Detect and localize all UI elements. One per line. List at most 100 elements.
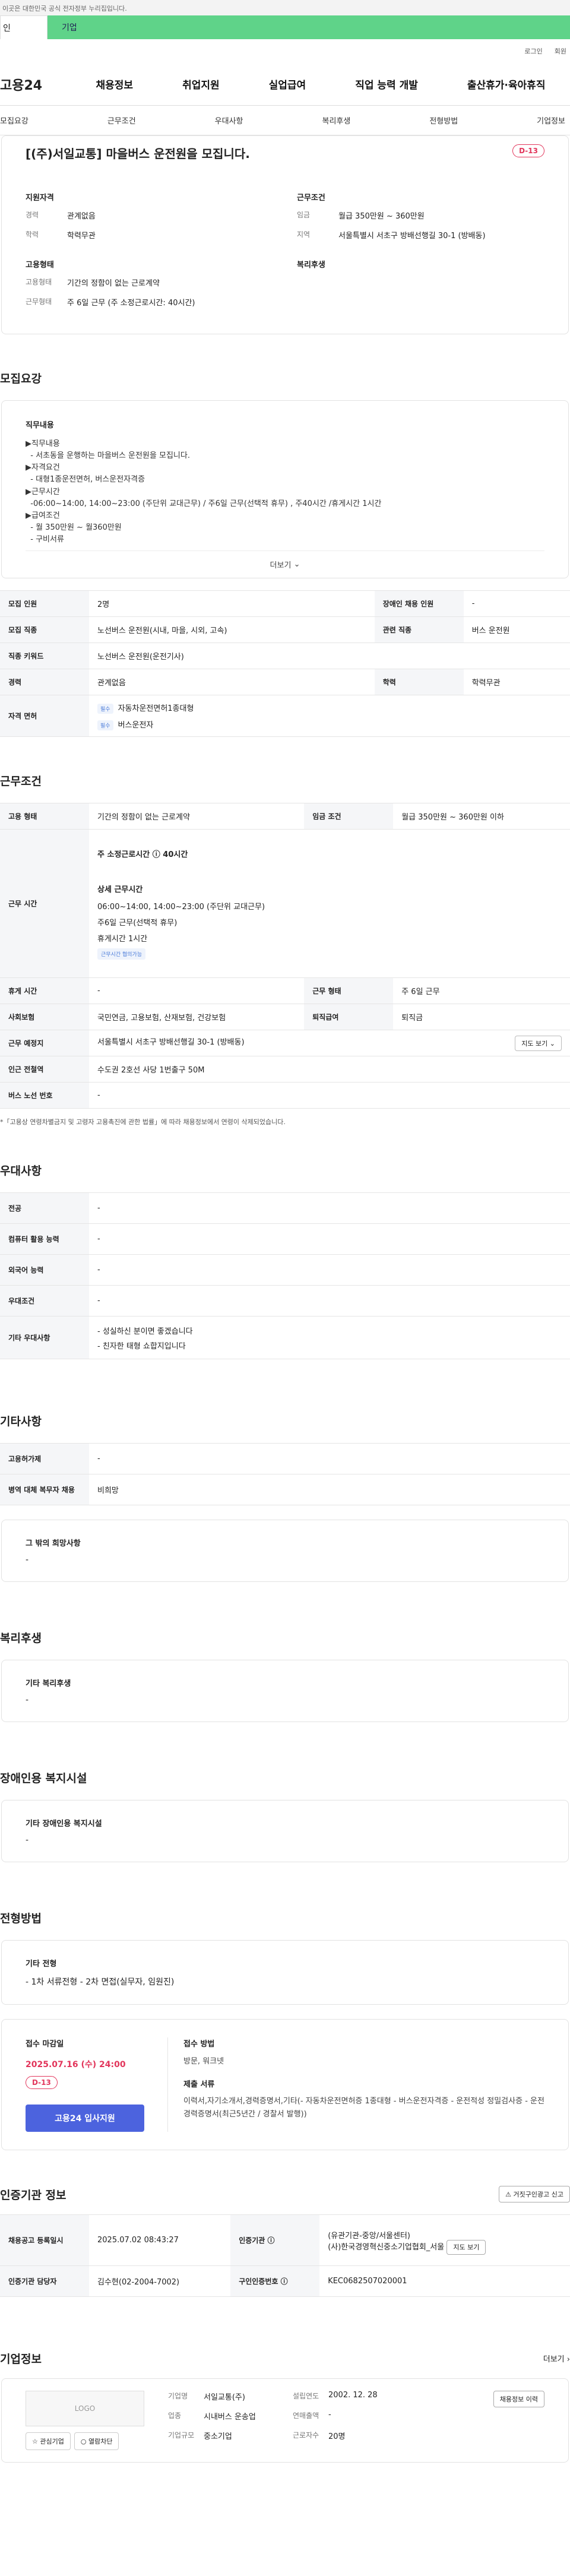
cell: 모집 인원 — [0, 590, 89, 618]
wage-row: 임금 월급 350만원 ~ 360만원 — [297, 210, 544, 221]
type-key: 고용형태 — [26, 278, 52, 286]
docs-title: 제출 서류 — [183, 2080, 215, 2090]
circle-icon: ○ — [80, 2438, 87, 2446]
company-more-link[interactable]: 더보기 › — [543, 2353, 570, 2364]
login-link[interactable]: 로그인 — [524, 46, 542, 56]
detail-line: 휴게시간 1시간 — [97, 934, 148, 944]
chevron-down-icon: ⌄ — [293, 560, 300, 569]
hope-card: 그 밖의 희망사항 - — [1, 1520, 569, 1583]
global-nav: 고용24 채용정보 취업지원 실업급여 직업 능력 개발 출산휴가·육아휴직 — [0, 63, 570, 106]
report-button[interactable]: ⚠ 거짓구인광고 신고 — [499, 2186, 570, 2203]
cell: 월급 350만원 ~ 360만원 이하 — [393, 803, 570, 830]
anchor-pref[interactable]: 우대사항 — [215, 115, 243, 126]
cell: 고용허가제 — [0, 1443, 89, 1475]
cell: 모집 직종 — [0, 616, 89, 644]
block-button[interactable]: ○ 열람차단 — [74, 2432, 119, 2451]
site-logo[interactable]: 고용24 — [0, 75, 71, 94]
cell: 휴게 시간 — [0, 977, 89, 1005]
etc-line: - 친자한 태형 쇼합지입니다 — [97, 1341, 186, 1351]
anchor-company[interactable]: 기업정보 — [537, 115, 565, 126]
map-button[interactable]: 지도 보기 ⌄ — [515, 1035, 562, 1051]
cell: 임금 조건 — [304, 803, 394, 830]
size-key: 기업규모 — [168, 2431, 195, 2440]
menu-unemployment-benefit[interactable]: 실업급여 — [269, 77, 306, 91]
career-key: 경력 — [26, 211, 39, 219]
license-item: 필수 버스운전자 — [97, 719, 562, 730]
age-note: *「고용상 연령차별금지 및 고령자 고용촉진에 관한 법률」에 따라 채용정보… — [0, 1118, 286, 1126]
disabled-value: - — [26, 1836, 29, 1846]
welfare-title: 기타 복리후생 — [26, 1679, 71, 1689]
cell: 버스 운전원 — [463, 616, 570, 644]
tab-business[interactable]: 기업 — [48, 15, 570, 39]
screening-section-title: 전형방법 — [0, 1912, 42, 1926]
found-key: 설립연도 — [293, 2392, 319, 2401]
duty-card: 직무내용 ▶직무내용 - 서초동을 운행하는 마을버스 운전원을 모집니다. ▶… — [1, 400, 569, 579]
jobs-history-button[interactable]: 채용정보 이력 — [493, 2391, 544, 2408]
summary-body: 지원자격 경력 관계없음 학력 학력무관 고용형태 고용형태 기간의 정함이 없는 근… — [2, 170, 568, 334]
map-button[interactable]: 지도 보기 — [446, 2239, 486, 2255]
cell: KEC0682507020001 — [319, 2265, 570, 2297]
signup-link[interactable]: 회원 — [555, 46, 566, 56]
license-name: 버스운전자 — [118, 720, 154, 730]
company-logo: LOGO — [26, 2391, 144, 2427]
menu-employment-support[interactable]: 취업지원 — [182, 77, 220, 91]
detail-line: 06:00~14:00, 14:00~23:00 (주단위 교대근무) — [97, 902, 265, 912]
headline: [(주)서일교통] 마을버스 운전원을 모집니다. D-13 — [2, 136, 568, 170]
block-label: 열람차단 — [88, 2438, 113, 2446]
report-label: 거짓구인광고 신고 — [513, 2191, 563, 2199]
cell: 사회보험 — [0, 1004, 89, 1031]
name-value: 서일교통(주) — [204, 2393, 245, 2403]
welfare-value: - — [26, 1695, 29, 1705]
cert-header: 인증기관 정보 ⚠ 거짓구인광고 신고 — [0, 2186, 570, 2203]
menu-job-training[interactable]: 직업 능력 개발 — [355, 77, 418, 91]
edu-key: 학력 — [26, 230, 39, 239]
deadline-title: 접수 마감일 — [26, 2040, 64, 2049]
table-row: 직종 키워드 노선버스 운전원(운전기사) — [0, 643, 570, 670]
docs-value: 이력서,자기소개서,경력증명서,기타(- 자동차운전면허증 1종대형 - 버스운… — [183, 2097, 544, 2119]
cell: 인근 전철역 — [0, 1056, 89, 1083]
found-value: 2002. 12. 28 — [328, 2391, 378, 2400]
chevron-right-icon: › — [566, 2355, 570, 2365]
apply-button[interactable]: 고용24 입사지원 — [26, 2105, 144, 2132]
table-row: 경력 관계없음 학력 학력무관 — [0, 669, 570, 696]
dday-badge: D-13 — [512, 144, 544, 157]
pref-table: 전공 - 컴퓨터 활용 능력 - 외국어 능력 - 우대조건 - 기타 우대사항 - 성실… — [0, 1192, 570, 1360]
region-value: 서울특별시 서초구 방배선행길 30-1 (방배동) — [338, 232, 486, 240]
favorite-button[interactable]: ☆ 관심기업 — [26, 2432, 71, 2451]
cell: 학력 — [374, 669, 464, 696]
cell: 주 6일 근무 — [393, 977, 570, 1005]
disabled-title: 기타 장애인용 복지시설 — [26, 1819, 102, 1829]
welfare-card: 기타 복리후생 - — [1, 1660, 569, 1723]
more-button[interactable]: 더보기 ⌄ — [26, 550, 544, 578]
table-row: 인증기관 담당자 김수현(02-2004-7002) 구인인증번호 ⓘ KEC0682… — [0, 2265, 570, 2297]
work-cond-title: 근무조건 — [297, 194, 325, 202]
cell: - — [89, 1285, 570, 1317]
table-row: 전공 - — [0, 1192, 570, 1224]
cert-section-title: 인증기관 정보 — [0, 2188, 66, 2202]
anchor-recruit[interactable]: 모집요강 — [0, 115, 28, 126]
dday-badge: D-13 — [26, 2076, 58, 2090]
anchor-work[interactable]: 근무조건 — [107, 115, 136, 126]
anchor-welfare[interactable]: 복리후생 — [322, 115, 350, 126]
industry-key: 업종 — [168, 2412, 182, 2420]
cell: - — [89, 1254, 570, 1286]
menu-jobs[interactable]: 채용정보 — [96, 77, 134, 91]
place-cell: 서울특별시 서초구 방배선행길 30-1 (방배동) 지도 보기 ⌄ — [89, 1030, 570, 1057]
disabled-card: 기타 장애인용 복지시설 - — [1, 1800, 569, 1863]
table-row: 인근 전철역 수도권 2호선 사당 1번출구 50M — [0, 1056, 570, 1083]
company-actions: ☆ 관심기업 ○ 열람차단 — [26, 2432, 144, 2451]
anchor-screening[interactable]: 전형방법 — [429, 115, 458, 126]
detail-title: 상세 근무시간 — [97, 885, 143, 894]
job-summary-card: [(주)서일교통] 마을버스 운전원을 모집니다. D-13 지원자격 경력 관계… — [1, 135, 569, 334]
cell: 관계없음 — [89, 669, 375, 696]
wage-key: 임금 — [297, 211, 311, 219]
cell: 기간의 정함이 없는 근로계약 — [89, 803, 305, 830]
table-row: 모집 직종 노선버스 운전원(시내, 마을, 시외, 고속) 관련 직종 버스 운전원 — [0, 616, 570, 644]
anchor-nav: 모집요강 근무조건 우대사항 복리후생 전형방법 기업정보 — [0, 106, 570, 135]
cell: 학력무관 — [463, 669, 570, 696]
required-badge: 필수 — [97, 720, 113, 730]
cell: 노선버스 운전원(운전기사) — [89, 643, 570, 670]
tab-individual[interactable]: 인 — [0, 15, 48, 39]
menu-parental-leave[interactable]: 출산휴가·육아휴직 — [467, 77, 546, 91]
work-table: 고용 형태 기간의 정함이 없는 근로계약 임금 조건 월급 350만원 ~ 360만… — [0, 803, 570, 1109]
